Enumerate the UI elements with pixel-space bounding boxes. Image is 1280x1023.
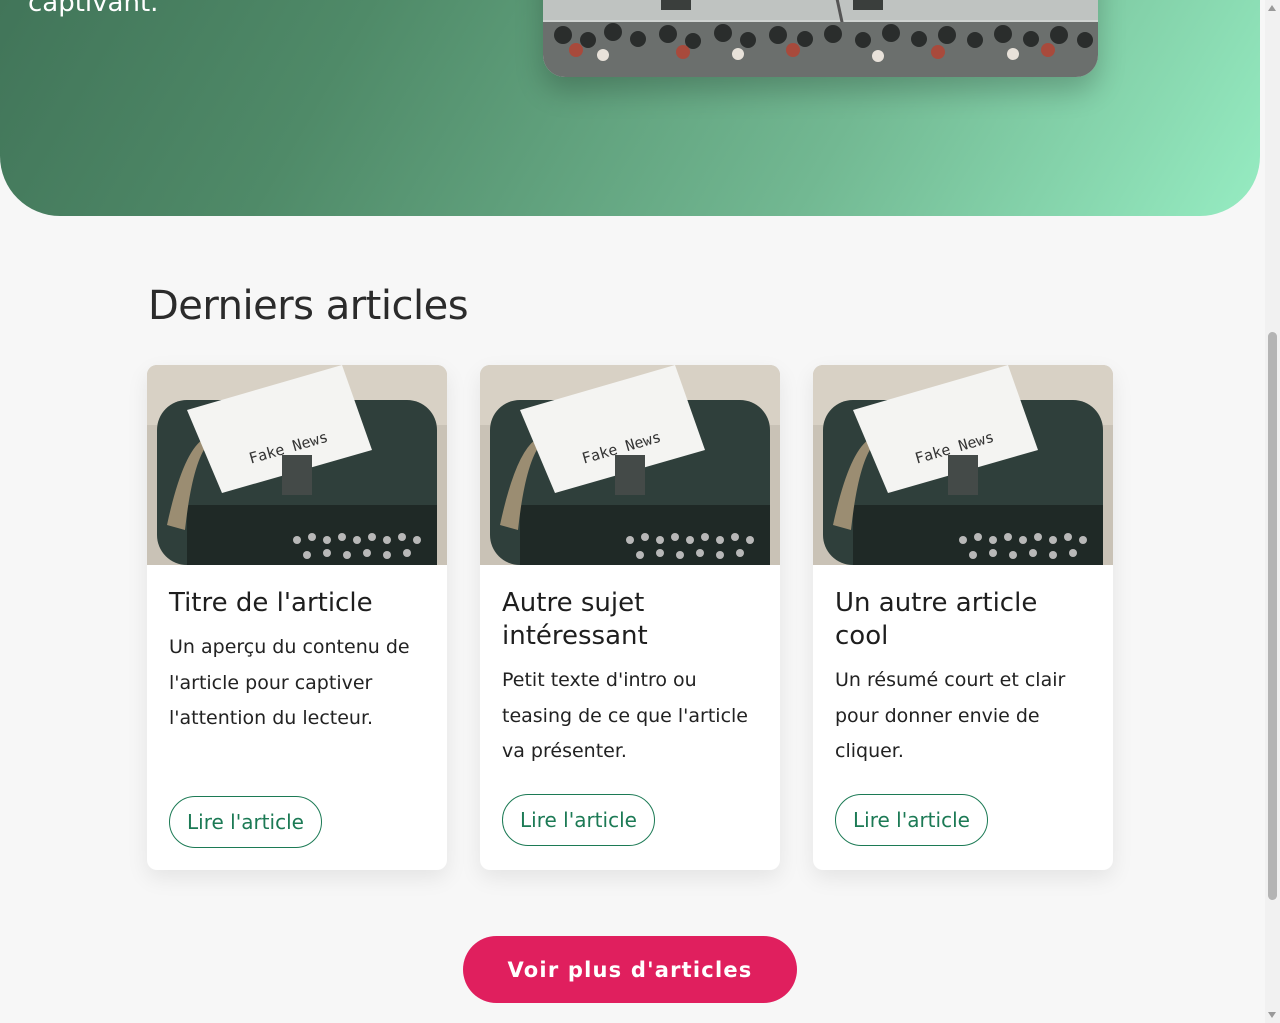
article-title: Un autre article cool: [835, 588, 1038, 651]
typewriter-image: Fake News: [813, 365, 1113, 565]
article-excerpt: Un aperçu du contenu de l'article pour c…: [169, 636, 410, 729]
scrollbar-thumb[interactable]: [1268, 332, 1277, 900]
card-body: Un autre article cool Un résumé court et…: [835, 587, 1097, 770]
see-more-articles-button[interactable]: Voir plus d'articles: [463, 936, 797, 1003]
article-card: Fake News Un autre article cool Un résum…: [813, 365, 1113, 870]
crowd-photo-image: [543, 0, 1098, 77]
article-excerpt: Un résumé court et clair pour donner env…: [835, 669, 1066, 762]
article-title: Autre sujet intéressant: [502, 588, 648, 651]
article-card: Fake News Titre de l'article Un aperçu d…: [147, 365, 447, 870]
article-title: Titre de l'article: [169, 588, 373, 618]
hero-text: captivant.: [28, 0, 159, 18]
article-card: Fake News Autre sujet intéressant Petit …: [480, 365, 780, 870]
chevron-up-icon[interactable]: [1268, 5, 1276, 11]
card-body: Autre sujet intéressant Petit texte d'in…: [502, 587, 764, 770]
section-title: Derniers articles: [148, 283, 469, 329]
read-article-button[interactable]: Lire l'article: [169, 796, 322, 848]
article-excerpt: Petit texte d'intro ou teasing de ce que…: [502, 669, 748, 762]
page-scrollbar[interactable]: [1265, 0, 1280, 1023]
card-body: Titre de l'article Un aperçu du contenu …: [169, 587, 431, 737]
read-article-button[interactable]: Lire l'article: [502, 794, 655, 846]
read-article-button[interactable]: Lire l'article: [835, 794, 988, 846]
page: captivant. Derniers articles Fake News T…: [0, 0, 1280, 1023]
hero-image: [543, 0, 1098, 77]
typewriter-image: Fake News: [480, 365, 780, 565]
hero-banner: captivant.: [0, 0, 1260, 216]
typewriter-image: Fake News: [147, 365, 447, 565]
chevron-down-icon[interactable]: [1268, 1012, 1276, 1018]
